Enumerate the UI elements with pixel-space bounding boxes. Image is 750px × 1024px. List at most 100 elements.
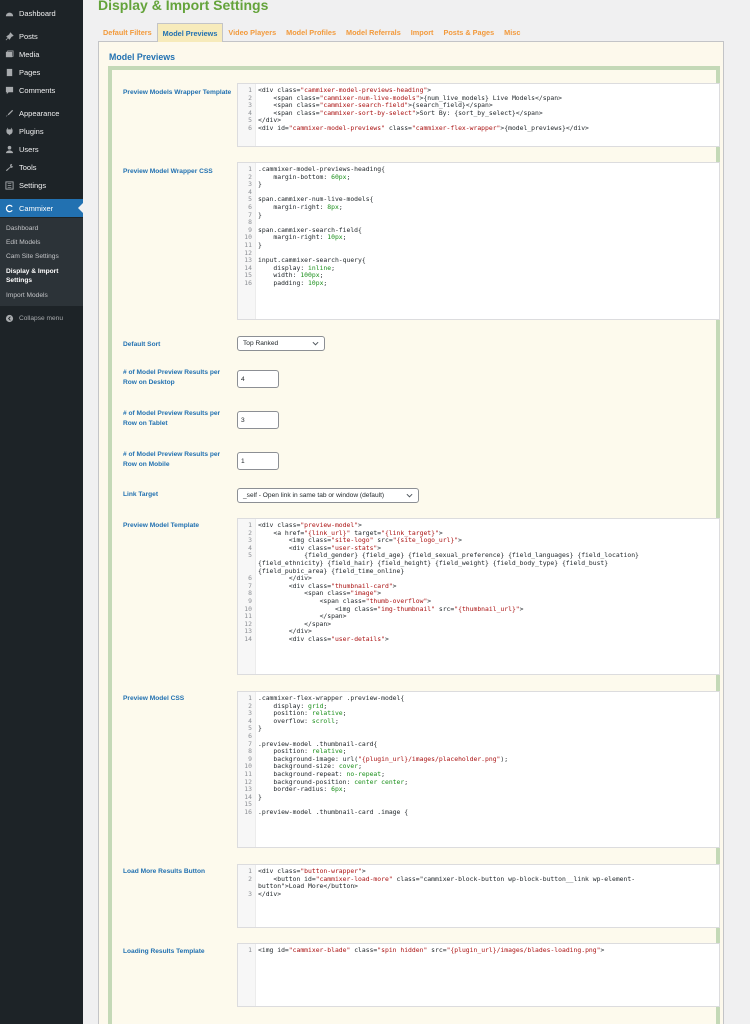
field-label: Preview Models Wrapper Template — [123, 89, 232, 96]
menu-comments[interactable]: Comments — [0, 81, 83, 99]
wrapper-template-editor[interactable]: 1 <div class="cammixer-model-previews-hea… — [237, 83, 720, 147]
tab-default-filters[interactable]: Default Filters — [98, 23, 157, 41]
editor-lines: 1 <div class="button-wrapper"> 2 <button i… — [238, 867, 719, 898]
code-text: } — [258, 210, 262, 219]
per-row-tablet-input[interactable]: 3 — [237, 411, 279, 429]
code-text: overflow: scroll; — [258, 716, 339, 725]
submenu-display-import-settings[interactable]: Display & Import Settings — [6, 267, 70, 285]
tab-posts-pages[interactable]: Posts & Pages — [438, 23, 499, 41]
menu-label: Dashboard — [19, 8, 56, 18]
menu-appearance[interactable]: Appearance — [0, 104, 83, 122]
submenu-cam-site-settings[interactable]: Cam Site Settings — [6, 252, 81, 261]
submenu-edit-models[interactable]: Edit Models — [6, 238, 81, 247]
menu-users[interactable]: Users — [0, 140, 83, 158]
line-number: 3 — [248, 889, 252, 898]
menu-settings[interactable]: Settings — [0, 176, 83, 194]
code-text: } — [258, 724, 262, 733]
line-number: 6 — [248, 123, 252, 132]
code-text: border-radius: 6px; — [258, 785, 347, 794]
wrench-icon — [0, 163, 19, 172]
code-line: 5} — [238, 725, 719, 733]
field-label: # of Model Preview Results per Row on Ta… — [123, 410, 221, 427]
menu-posts[interactable]: Posts — [0, 27, 83, 45]
code-line: 4 <span class="cammixer-sort-by-select">… — [238, 109, 719, 118]
code-text: margin-bottom: 60px; — [258, 172, 351, 181]
preview-css-editor[interactable]: 1 .cammixer-flex-wrapper .preview-model{2… — [237, 691, 720, 848]
field-label: Preview Model Template — [123, 522, 200, 529]
code-line: 1 <img id="cammixer-blade" class="spin hi… — [238, 946, 719, 955]
chevron-down-icon — [312, 341, 319, 346]
media-icon — [0, 50, 19, 59]
comments-icon — [0, 86, 19, 95]
tab-model-profiles[interactable]: Model Profiles — [281, 23, 341, 41]
code-text: .preview-model .thumbnail-card .image { — [258, 807, 409, 816]
menu-label: Pages — [19, 67, 41, 77]
code-text: button">Load More</button> — [258, 882, 359, 891]
code-text: <div id="cammixer-model-previews" class=… — [258, 123, 589, 132]
page-title: Display & Import Settings — [98, 0, 269, 13]
load-more-editor[interactable]: 1 <div class="button-wrapper"> 2 <button i… — [237, 864, 720, 928]
code-line: 13 border-radius: 6px; — [238, 785, 719, 794]
per-row-mobile-input[interactable]: 1 — [237, 452, 279, 470]
plugin-icon — [0, 127, 19, 136]
code-text: margin-right: 10px; — [258, 233, 347, 242]
tab-panel: Model Previews Preview Models Wrapper Te… — [98, 42, 724, 1024]
code-text: <div class="user-details"> — [258, 634, 389, 643]
menu-cammixer[interactable]: Cammixer — [0, 199, 83, 217]
tab-video-players[interactable]: Video Players — [223, 23, 281, 41]
code-line: 2 margin-bottom: 60px; — [238, 172, 719, 182]
link-target-select[interactable]: _self - Open link in same tab or window … — [237, 488, 419, 503]
tab-import[interactable]: Import — [406, 23, 439, 41]
menu-pages[interactable]: Pages — [0, 63, 83, 81]
code-line: 10 margin-right: 10px; — [238, 234, 719, 242]
code-text: margin-right: 8px; — [258, 202, 343, 211]
field-label: Preview Model Wrapper CSS — [123, 168, 213, 175]
code-text: <img id="cammixer-blade" class="spin hid… — [258, 946, 605, 954]
tab-model-previews[interactable]: Model Previews — [156, 23, 224, 42]
field-label: Default Sort — [123, 341, 161, 348]
code-text: } — [258, 792, 262, 801]
menu-label: Settings — [19, 180, 47, 190]
tab-misc[interactable]: Misc — [499, 23, 525, 41]
default-sort-select[interactable]: Top Ranked — [237, 336, 325, 351]
collapse-icon — [0, 314, 19, 323]
line-number: 1 — [248, 946, 252, 954]
preview-template-editor[interactable]: 1 <div class="preview-model"> 2 <a href="{… — [237, 518, 720, 675]
settings-frame: Preview Models Wrapper Template 1 <div cl… — [108, 66, 720, 1024]
collapse-label: Collapse menu — [19, 314, 63, 322]
code-text: } — [258, 180, 262, 189]
menu-label: Comments — [19, 85, 56, 95]
menu-tools[interactable]: Tools — [0, 158, 83, 176]
editor-lines: 1 <div class="cammixer-model-previews-hea… — [238, 86, 719, 133]
code-line: 14} — [238, 792, 719, 802]
loading-template-editor[interactable]: 1 <img id="cammixer-blade" class="spin hi… — [237, 943, 720, 1007]
wrapper-css-editor[interactable]: 1 .cammixer-model-previews-heading{2 marg… — [237, 162, 720, 320]
submenu-import-models[interactable]: Import Models — [6, 291, 81, 300]
code-text: </span> — [258, 619, 332, 628]
dashboard-icon — [0, 9, 19, 18]
main-content: Display & Import Settings Default Filter… — [83, 0, 750, 1024]
menu-plugins[interactable]: Plugins — [0, 122, 83, 140]
chevron-down-icon — [406, 493, 413, 498]
per-row-desktop-input[interactable]: 4 — [237, 370, 279, 388]
code-line: 4 overflow: scroll; — [238, 716, 719, 726]
field-label: Preview Model CSS — [123, 695, 185, 702]
field-label: # of Model Preview Results per Row on Mo… — [123, 451, 221, 468]
editor-lines: 1 .cammixer-flex-wrapper .preview-model{2… — [238, 694, 719, 817]
settings-icon — [0, 180, 19, 190]
code-line: 14 <div class="user-details"> — [238, 634, 719, 644]
brush-icon — [0, 109, 19, 118]
collapse-menu-button[interactable]: Collapse menu — [0, 309, 83, 327]
menu-media[interactable]: Media — [0, 45, 83, 63]
submenu-dashboard[interactable]: Dashboard — [6, 224, 81, 233]
tab-model-referrals[interactable]: Model Referrals — [341, 23, 406, 41]
code-line: 16 padding: 10px; — [238, 279, 719, 288]
menu-label: Tools — [19, 162, 37, 172]
line-number — [238, 560, 254, 568]
code-line: button">Load More</button> — [238, 883, 719, 891]
admin-sidebar: Dashboard Posts Media Pages Comments App… — [0, 0, 83, 1024]
menu-dashboard[interactable]: Dashboard — [0, 4, 83, 22]
field-label: Loading Results Template — [123, 948, 205, 955]
editor-lines: 1 <div class="preview-model"> 2 <a href="{… — [238, 521, 719, 644]
code-text: } — [258, 240, 262, 249]
